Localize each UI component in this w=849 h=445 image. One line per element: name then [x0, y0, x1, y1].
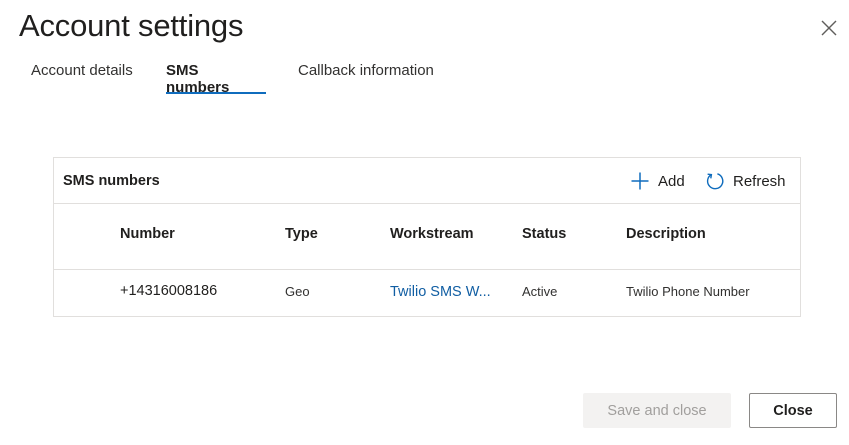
plus-icon — [630, 171, 650, 191]
grid-header: SMS numbers Add Refresh — [54, 158, 800, 204]
add-button[interactable]: Add — [630, 169, 685, 193]
refresh-button-label: Refresh — [733, 172, 786, 190]
cell-type: Geo — [285, 284, 310, 299]
column-header-description[interactable]: Description — [626, 226, 706, 242]
tab-account-details[interactable]: Account details — [15, 56, 150, 94]
workstream-link[interactable]: Twilio SMS W... — [390, 284, 495, 300]
column-header-row: Number Type Workstream Status Descriptio… — [54, 204, 800, 270]
tab-callback-information[interactable]: Callback information — [282, 56, 450, 94]
column-header-type[interactable]: Type — [285, 226, 318, 242]
dialog-title: Account settings — [19, 8, 244, 43]
tab-sms-numbers[interactable]: SMS numbers — [150, 56, 282, 96]
refresh-icon — [705, 171, 725, 191]
save-and-close-button[interactable]: Save and close — [583, 393, 731, 428]
close-icon[interactable] — [819, 18, 839, 38]
refresh-button[interactable]: Refresh — [705, 169, 786, 193]
add-button-label: Add — [658, 172, 685, 190]
cell-description: Twilio Phone Number — [626, 284, 750, 299]
cell-status: Active — [522, 284, 558, 299]
sms-numbers-grid: SMS numbers Add Refresh Number Type Work… — [53, 157, 801, 317]
table-row[interactable]: +14316008186 Geo Twilio SMS W... Active … — [54, 270, 800, 316]
close-button[interactable]: Close — [749, 393, 837, 428]
close-icon-glyph — [821, 20, 837, 36]
column-header-status[interactable]: Status — [522, 226, 566, 242]
tab-list: Account details SMS numbers Callback inf… — [15, 56, 450, 96]
grid-title: SMS numbers — [63, 172, 160, 189]
column-header-workstream[interactable]: Workstream — [390, 226, 474, 242]
column-header-number[interactable]: Number — [120, 226, 175, 242]
cell-number: +14316008186 — [120, 283, 218, 299]
